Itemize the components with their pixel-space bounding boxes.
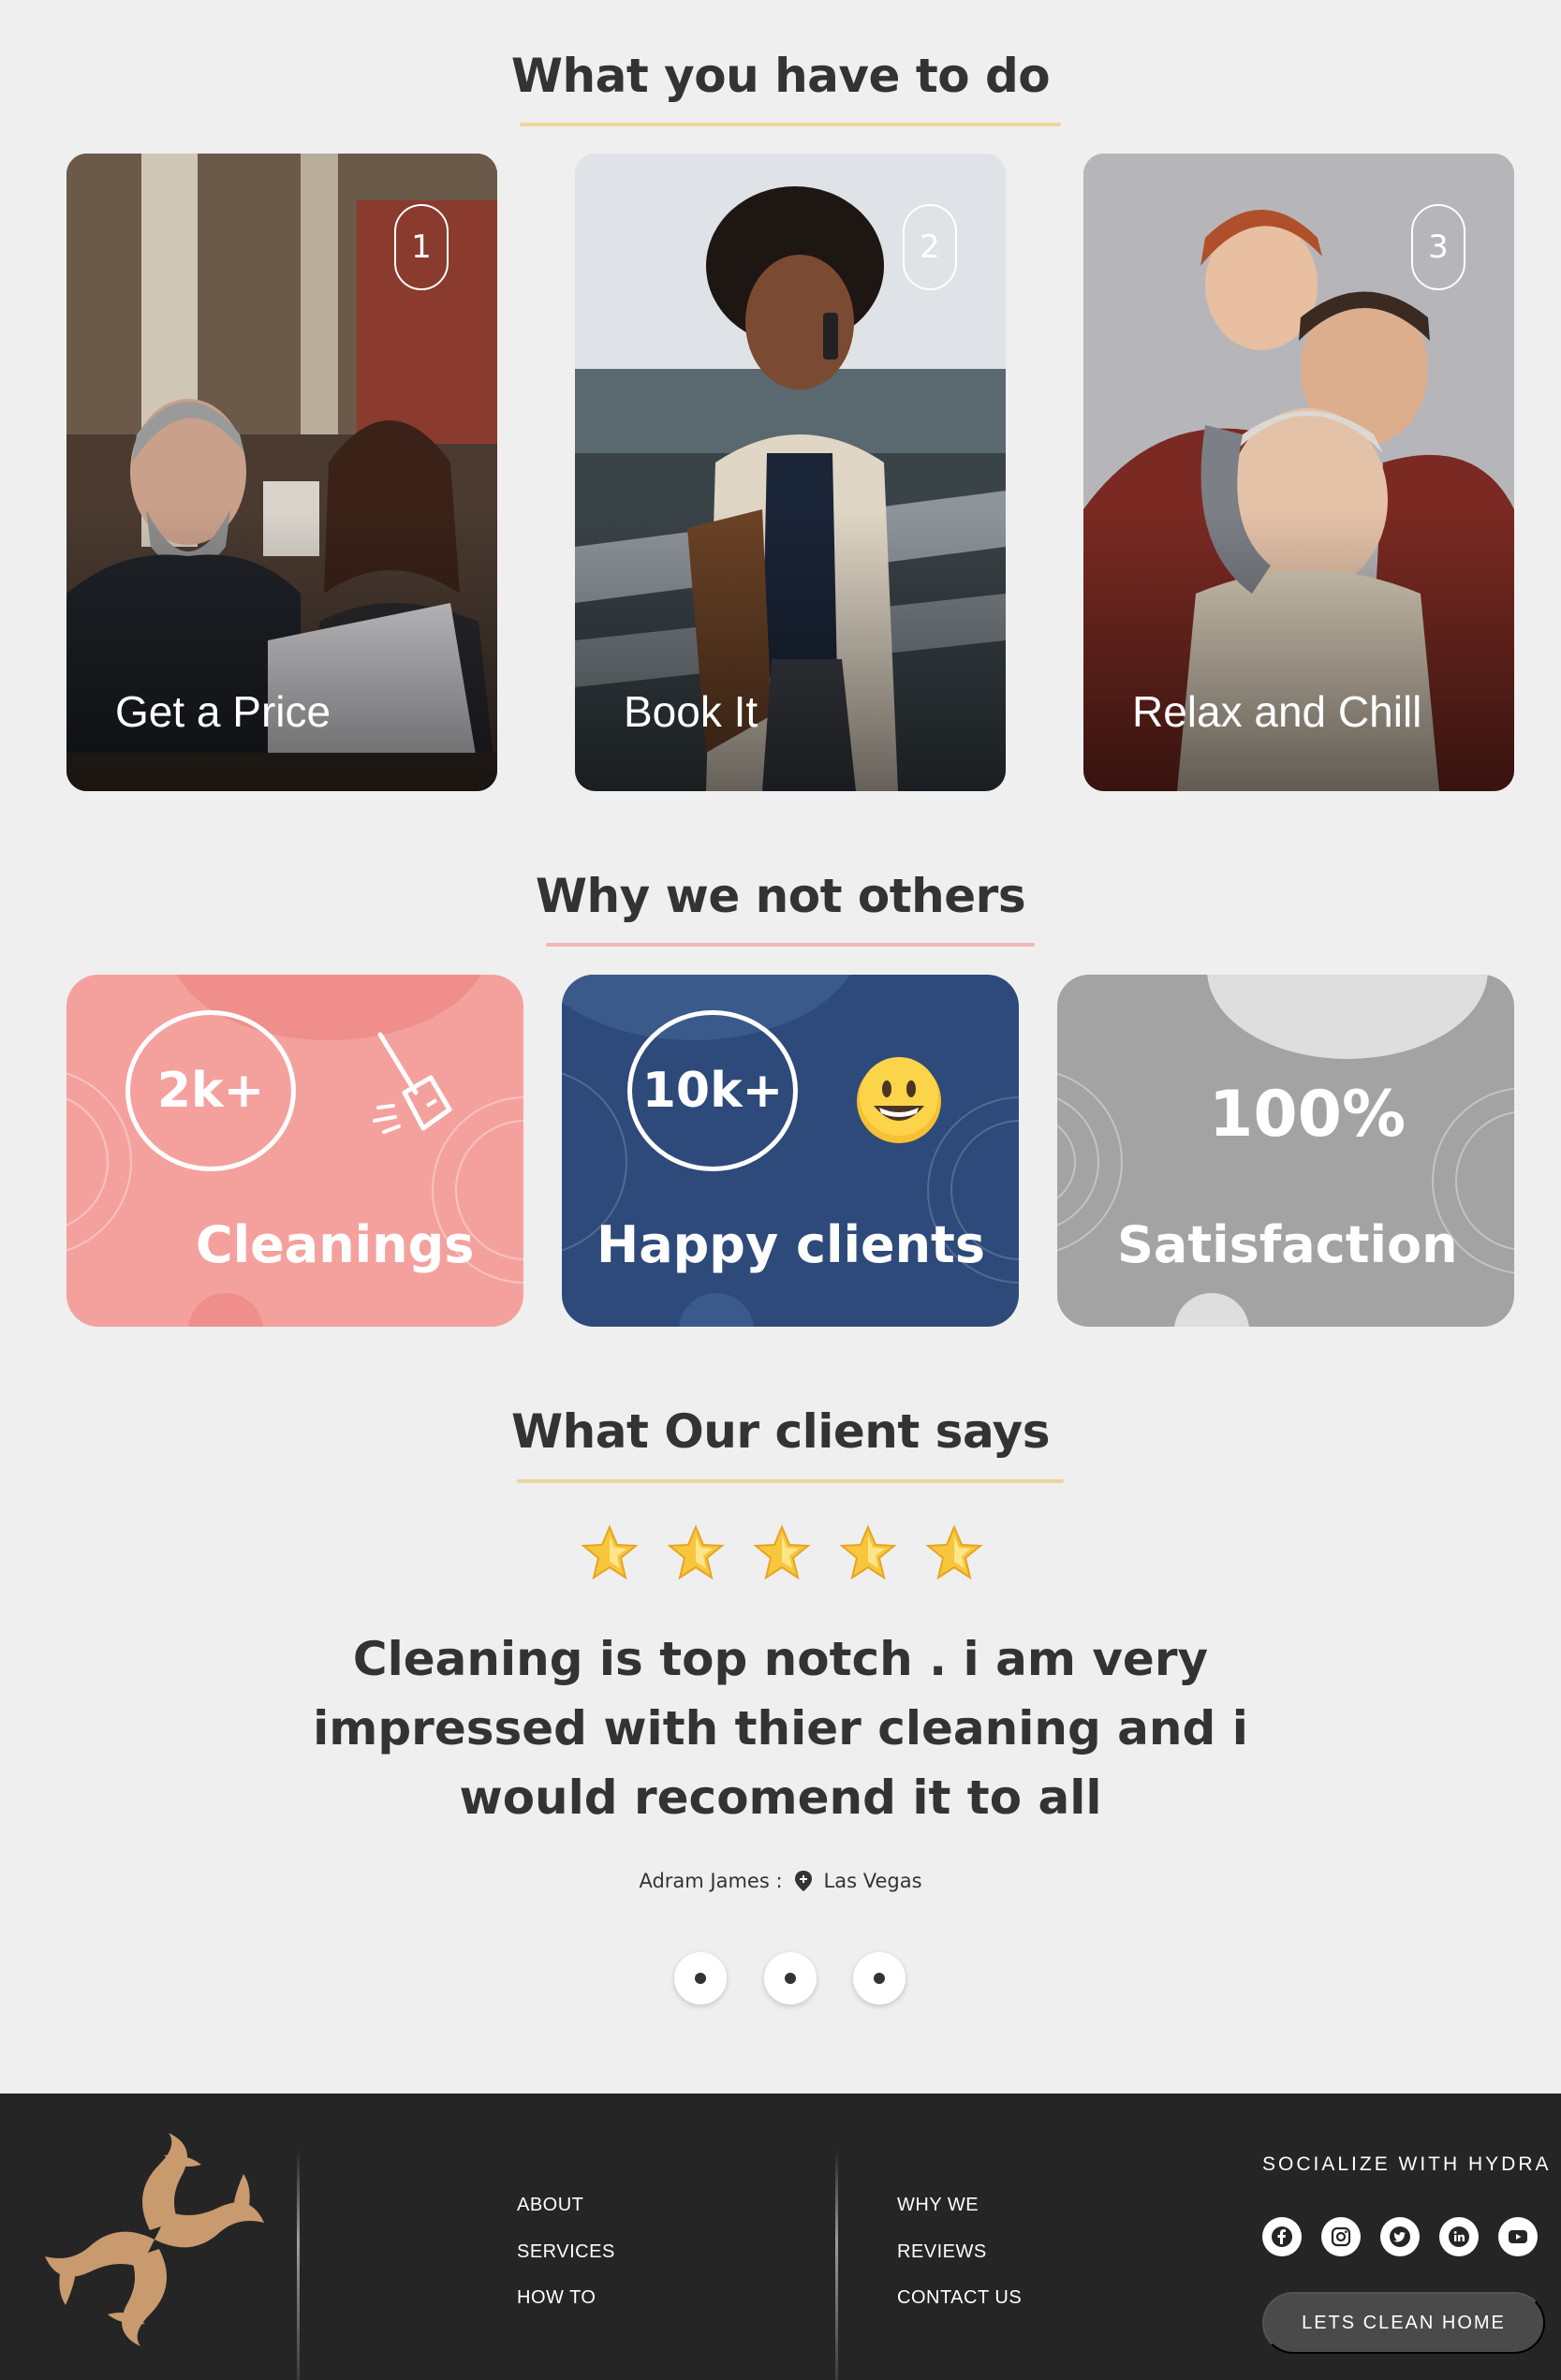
rating-stars (581, 1524, 983, 1590)
step-number-badge: 1 (394, 204, 449, 290)
linkedin-icon[interactable] (1439, 2217, 1479, 2256)
testimonial-pagination (674, 1952, 906, 2005)
hydra-logo-icon (45, 2133, 264, 2346)
step-label: Get a Price (115, 687, 331, 736)
social-title: SOCIALIZE WITH HYDRA (1262, 2153, 1552, 2175)
steps-section-title: What you have to do (510, 49, 1051, 103)
stat-circle: 2k+ (125, 1010, 296, 1171)
footer-link-how-to[interactable]: HOW TO (517, 2287, 596, 2309)
testimonial-title-underline (517, 1479, 1064, 1483)
stat-card-happy-clients: 10k+ Happy clients (562, 975, 1019, 1327)
step-card-relax-chill[interactable]: 3 Relax and Chill (1083, 154, 1514, 791)
pagination-dot-3[interactable] (853, 1952, 906, 2005)
twitter-icon[interactable] (1380, 2217, 1420, 2256)
social-links (1262, 2217, 1538, 2256)
star-icon (667, 1524, 725, 1580)
location-pin-icon (794, 1871, 812, 1891)
step-number-badge: 3 (1411, 204, 1465, 290)
author-name: Adram James : (639, 1870, 783, 1892)
youtube-icon[interactable] (1498, 2217, 1538, 2256)
footer-link-contact-us[interactable]: CONTACT US (897, 2287, 1022, 2309)
stat-value: 100% (1209, 1078, 1406, 1152)
stat-card-cleanings: 2k+ Cleanings (66, 975, 523, 1327)
star-icon (753, 1524, 811, 1580)
site-footer: ABOUT SERVICES HOW TO WHY WE REVIEWS CON… (0, 2094, 1561, 2380)
footer-link-why-we[interactable]: WHY WE (897, 2195, 979, 2216)
testimonial-section-title: What Our client says (510, 1404, 1051, 1459)
instagram-icon[interactable] (1321, 2217, 1361, 2256)
stat-circle: 10k+ (627, 1010, 798, 1171)
star-icon (839, 1524, 897, 1580)
author-location: Las Vegas (823, 1870, 922, 1892)
stat-label: Happy clients (596, 1215, 985, 1274)
pagination-dot-1[interactable] (674, 1952, 727, 2005)
step-label: Relax and Chill (1132, 687, 1422, 736)
footer-link-about[interactable]: ABOUT (517, 2195, 583, 2216)
why-title-underline (546, 943, 1035, 947)
broom-icon (373, 1032, 452, 1134)
step-label: Book It (624, 687, 758, 736)
step-number-badge: 2 (903, 204, 957, 290)
step-card-get-price[interactable]: 1 Get a Price (66, 154, 497, 791)
facebook-icon[interactable] (1262, 2217, 1302, 2256)
step-card-book-it[interactable]: 2 Book It (575, 154, 1006, 791)
testimonial-quote: Cleaning is top notch . i am very impres… (313, 1632, 1248, 1825)
steps-title-underline (520, 123, 1061, 126)
footer-link-reviews[interactable]: REVIEWS (897, 2241, 987, 2263)
lets-clean-home-button[interactable]: LETS CLEAN HOME (1262, 2292, 1545, 2354)
footer-link-services[interactable]: SERVICES (517, 2241, 615, 2263)
star-icon (925, 1524, 983, 1580)
smiley-icon (857, 1057, 941, 1143)
stat-card-satisfaction: 100% Satisfaction (1057, 975, 1514, 1327)
star-icon (581, 1524, 639, 1580)
pagination-dot-2[interactable] (763, 1952, 817, 2005)
why-section-title: Why we not others (535, 869, 1026, 923)
testimonial-author: Adram James : Las Vegas (0, 1870, 1561, 1892)
stat-label: Cleanings (196, 1215, 475, 1274)
stat-label: Satisfaction (1117, 1215, 1458, 1274)
